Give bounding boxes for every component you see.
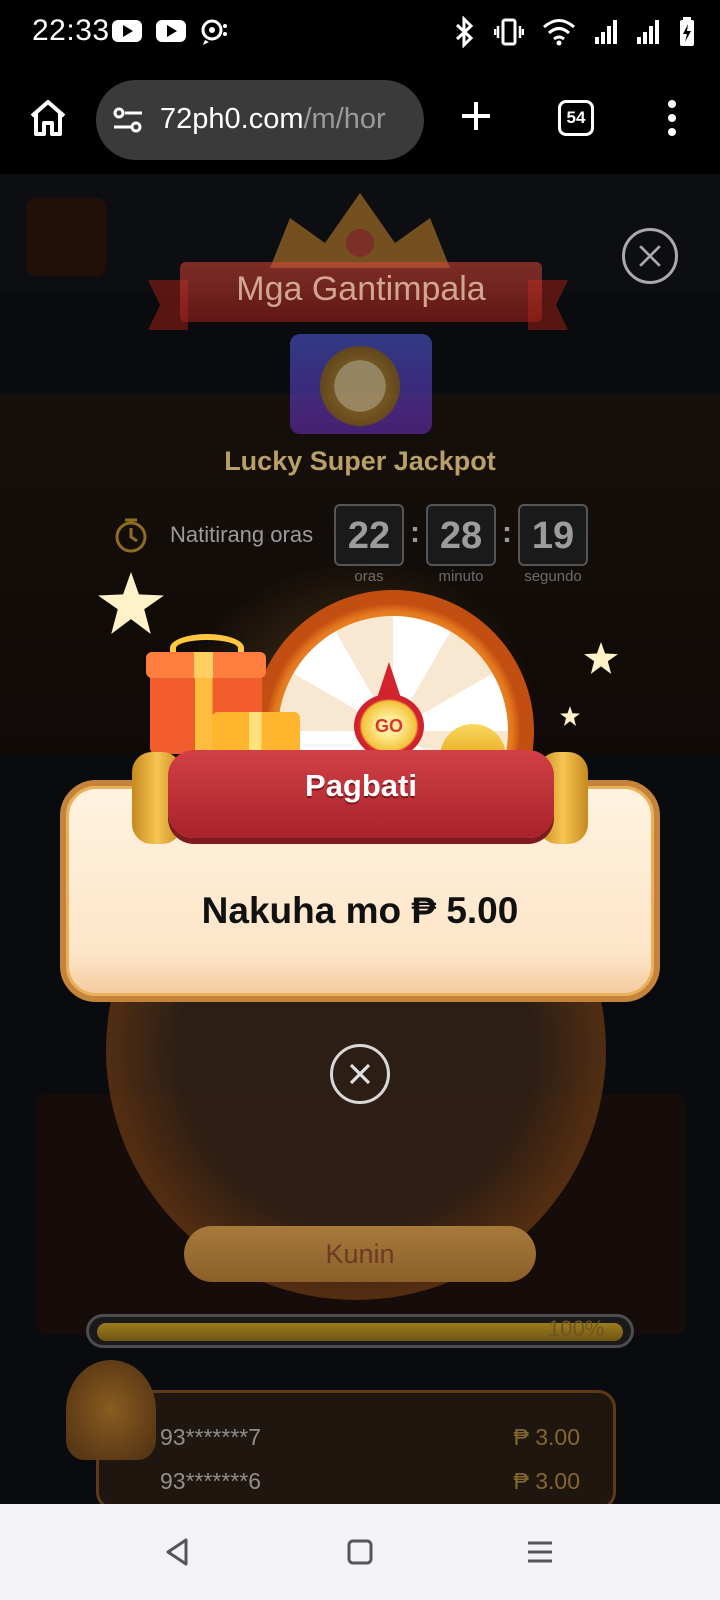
clock-icon: [320, 346, 400, 426]
progress-fill: [97, 1323, 623, 1341]
timer-separator: :: [502, 516, 512, 549]
timer-seconds: 19: [518, 504, 588, 566]
progress-text: 100%: [548, 1316, 605, 1341]
chat-notification-icon: [201, 19, 227, 45]
collect-button[interactable]: Kunin: [184, 1226, 536, 1282]
back-icon[interactable]: [160, 1534, 196, 1570]
signal-icon: [637, 20, 659, 44]
winner-amount: ₱ 3.00: [513, 1424, 581, 1450]
battery-charging-icon: [680, 17, 694, 46]
winner-amount: ₱ 3.00: [513, 1468, 581, 1494]
timer-separator: :: [410, 516, 420, 549]
list-item: 93*******7 ₱ 3.00: [160, 1424, 580, 1451]
trophy-icon: [66, 1360, 156, 1460]
close-icon[interactable]: [330, 1044, 390, 1104]
new-tab-icon[interactable]: [460, 100, 492, 132]
dialog-title: Pagbati: [305, 768, 417, 803]
jackpot-icon: [290, 334, 432, 434]
site-settings-icon[interactable]: [112, 106, 144, 134]
timer-hours: 22: [334, 504, 404, 566]
close-icon[interactable]: [622, 228, 678, 284]
browser-toolbar: 72ph0.com/m/hor 54: [0, 66, 720, 174]
url-path: /m/hor: [303, 103, 386, 135]
winner-user: 93*******7: [160, 1424, 262, 1450]
recents-icon[interactable]: [522, 1534, 558, 1570]
bluetooth-icon: [455, 16, 474, 48]
jackpot-title: Lucky Super Jackpot: [224, 446, 496, 476]
wheel-pointer: [377, 662, 401, 698]
system-nav-bar: [0, 1504, 720, 1600]
timer-label: Natitirang oras: [170, 522, 314, 547]
tab-switcher-button[interactable]: 54: [558, 100, 594, 136]
youtube-notification-icon: [112, 20, 142, 42]
timer-icon: [115, 518, 147, 553]
address-bar[interactable]: 72ph0.com/m/hor: [96, 80, 424, 160]
screen: 22:33 72ph0.com/m/hor 54 Mga Gantimpala …: [0, 0, 720, 1600]
list-item: 93*******6 ₱ 3.00: [160, 1468, 580, 1495]
timer-minutes: 28: [426, 504, 496, 566]
signal-icon: [595, 20, 617, 44]
wifi-icon: [543, 19, 575, 46]
winner-user: 93*******6: [160, 1468, 262, 1494]
home-icon[interactable]: [28, 98, 68, 138]
dialog-message: Nakuha mo ₱ 5.00: [201, 890, 519, 931]
status-bar: 22:33: [0, 0, 720, 66]
url-host: 72ph0.com: [160, 103, 304, 135]
home-nav-icon[interactable]: [342, 1534, 378, 1570]
rewards-title: Mga Gantimpala: [236, 270, 486, 308]
go-button: GO: [354, 694, 424, 758]
status-time: 22:33: [32, 14, 110, 47]
gift-lid: [146, 652, 266, 678]
youtube-notification-icon: [156, 20, 186, 42]
vibrate-icon: [494, 18, 524, 46]
more-menu-icon[interactable]: [666, 98, 678, 138]
url-text: 72ph0.com/m/hor: [160, 103, 386, 136]
